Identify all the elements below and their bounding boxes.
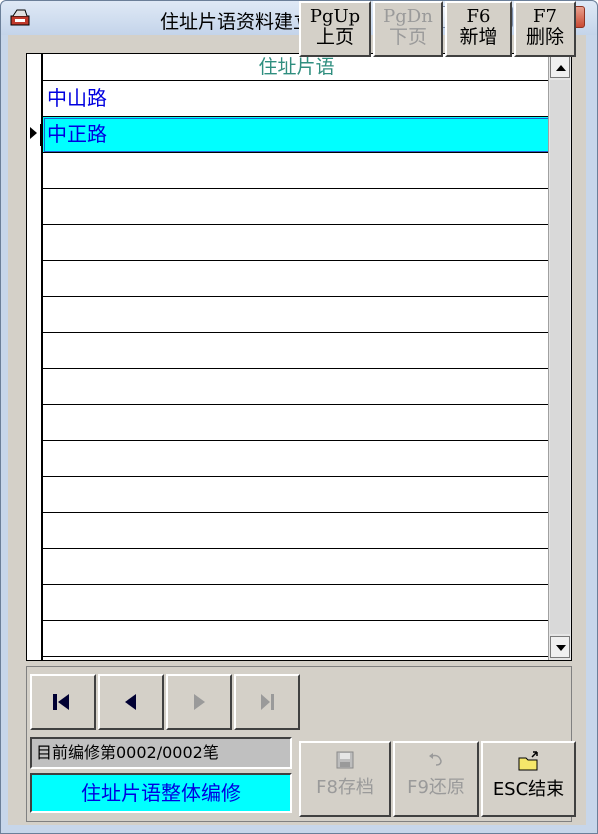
- scroll-track[interactable]: [550, 80, 570, 634]
- exit-label: ESC结束: [492, 779, 565, 800]
- table-row[interactable]: [43, 405, 550, 441]
- undo-icon: [429, 753, 442, 766]
- page-down-label: 下页: [388, 26, 427, 48]
- column-header[interactable]: 住址片语: [43, 54, 550, 81]
- next-record-button[interactable]: [166, 674, 232, 730]
- prev-record-button[interactable]: [98, 674, 164, 730]
- table-row[interactable]: [43, 153, 550, 189]
- add-button[interactable]: F6 新增: [445, 1, 512, 57]
- delete-button[interactable]: F7 删除: [514, 1, 576, 57]
- page-up-button[interactable]: PgUp 上页: [299, 1, 371, 57]
- restore-label: F9还原: [407, 777, 465, 798]
- table-row[interactable]: [43, 585, 550, 621]
- first-record-button[interactable]: [30, 674, 96, 730]
- cell-text: 中正路: [47, 122, 107, 146]
- table-row[interactable]: 中山路: [43, 81, 550, 117]
- table-row[interactable]: [43, 513, 550, 549]
- grid-rows: 中山路 中正路: [40, 81, 550, 657]
- delete-key: F7: [533, 6, 557, 27]
- table-row[interactable]: [43, 369, 550, 405]
- current-row-pointer-icon: [30, 127, 37, 139]
- table-row-selected[interactable]: 中正路: [40, 117, 550, 153]
- table-row[interactable]: [43, 333, 550, 369]
- cell-text: 中山路: [47, 86, 107, 110]
- page-up-key: PgUp: [309, 6, 361, 27]
- floppy-disk-icon: [336, 751, 354, 769]
- page-down-key: PgDn: [383, 6, 433, 27]
- edit-mode-status: 住址片语整体编修: [30, 773, 292, 813]
- last-record-button[interactable]: [234, 674, 300, 730]
- table-row[interactable]: [43, 477, 550, 513]
- add-label: 新增: [459, 26, 498, 48]
- add-key: F6: [466, 6, 491, 27]
- save-button[interactable]: F8存档: [299, 741, 391, 817]
- scroll-down-button[interactable]: [550, 636, 570, 658]
- table-row[interactable]: [43, 621, 550, 657]
- table-row[interactable]: [43, 441, 550, 477]
- first-record-icon: [53, 694, 69, 710]
- text-caret: [40, 124, 42, 146]
- page-up-label: 上页: [315, 26, 354, 48]
- prev-record-icon: [125, 694, 136, 710]
- record-position-status: 目前编修第0002/0002笔: [30, 737, 292, 769]
- open-folder-exit-icon: [518, 751, 538, 771]
- restore-button[interactable]: F9还原: [393, 741, 479, 817]
- exit-button[interactable]: ESC结束: [481, 741, 576, 817]
- table-row[interactable]: [43, 225, 550, 261]
- arrow-down-icon: [556, 645, 566, 651]
- scroll-up-button[interactable]: [550, 56, 570, 78]
- arrow-up-icon: [556, 65, 566, 71]
- table-row[interactable]: [43, 189, 550, 225]
- save-label: F8存档: [316, 777, 374, 798]
- table-row[interactable]: [43, 261, 550, 297]
- delete-label: 删除: [525, 26, 564, 48]
- table-row[interactable]: [43, 549, 550, 585]
- next-record-icon: [194, 694, 205, 710]
- phrase-grid[interactable]: 住址片语 中山路中正路: [26, 53, 572, 661]
- app-window: 住址片语资料建立 住址片语 中山路 中正路 PgUp 上页 PgDn 下页 F6…: [0, 0, 598, 834]
- last-record-icon: [261, 694, 274, 710]
- table-row[interactable]: [43, 297, 550, 333]
- vertical-scrollbar[interactable]: [548, 54, 571, 660]
- page-down-button[interactable]: PgDn 下页: [373, 1, 443, 57]
